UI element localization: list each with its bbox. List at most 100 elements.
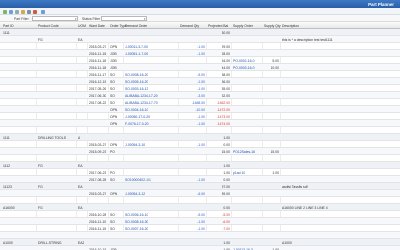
table-row[interactable]: 2015-03-27 OPN J-00054-3-12 -6.00 89.00 bbox=[0, 190, 400, 197]
demand-order-cell[interactable]: ALIBABA-1234-17-70 bbox=[125, 101, 158, 105]
order-type-cell: SO bbox=[110, 219, 115, 224]
table-row[interactable]: 2017-08-28 SO SO10000402-1/1 -1.00 0.00 bbox=[0, 176, 400, 183]
demand-qty-cell: -1.00 bbox=[197, 44, 205, 49]
uom-cell: A bbox=[78, 135, 81, 140]
part-group-row[interactable]: A1000 DRILL-STRING EA2 1.00 A1000 bbox=[0, 239, 400, 246]
table-row[interactable] bbox=[0, 197, 400, 204]
add-icon[interactable] bbox=[3, 9, 7, 14]
table-row[interactable]: 2017-06-30 SO ALIBABA-1234-17-20 -3.00 32.00 bbox=[0, 92, 400, 99]
table-row[interactable]: 2016-10-28 SO SO-0006-16-10 -5.00 -5.00 bbox=[0, 211, 400, 218]
order-type-cell: SO bbox=[110, 212, 115, 217]
table-row[interactable]: 2015-09-23 PO 15.00 PO12Sales-16 15.00 bbox=[0, 148, 400, 155]
demand-order-cell[interactable]: ALIBABA-1234-17-20 bbox=[125, 94, 158, 98]
part-group-row[interactable]: 1111 30.00 bbox=[0, 29, 400, 36]
refresh-icon[interactable] bbox=[9, 9, 13, 14]
table-row[interactable]: 2016-11-17 SO SO-0008-16-20 -5.00 38.00 bbox=[0, 71, 400, 78]
want-date-cell: 2017-05-26 bbox=[89, 86, 107, 91]
table-row[interactable]: 2016-10-19 JOB 1.00 J-00113-16-3 1.00 bbox=[0, 246, 400, 250]
export-icon[interactable] bbox=[15, 9, 19, 14]
demand-order-cell[interactable]: SO-0005-16-20 bbox=[125, 80, 148, 84]
demand-qty-cell: -10.00 bbox=[195, 107, 205, 112]
table-row[interactable] bbox=[0, 232, 400, 239]
demand-qty-cell: -6.00 bbox=[197, 191, 205, 196]
demand-order-cell[interactable]: SO-0006-16-10 bbox=[125, 213, 148, 217]
demand-qty-cell: -1.00 bbox=[197, 79, 205, 84]
supply-qty-cell: 10.00 bbox=[270, 65, 280, 70]
column-header-supply-order[interactable]: Supply Order bbox=[233, 24, 253, 28]
table-row[interactable]: 2015-03-27 OPN J-00011-3-7-00 -1.00 29.00 bbox=[0, 43, 400, 50]
part-id-cell: 11123 bbox=[3, 184, 12, 189]
part-group-row[interactable]: 1111 DRILLING TOOLS A 1.00 bbox=[0, 134, 400, 141]
table-row[interactable] bbox=[0, 155, 400, 162]
supply-order-cell[interactable]: p1ad 10 bbox=[233, 171, 245, 175]
table-row[interactable]: 2016-12-15 SO SO-0005-16-20 -1.00 36.00 bbox=[0, 78, 400, 85]
table-row[interactable]: 2016-11-15 SO SO-0007-16-20 -1.00 -7.00 bbox=[0, 225, 400, 232]
column-header-demand-qty[interactable]: Demand Qty bbox=[180, 24, 199, 28]
filter-icon[interactable] bbox=[21, 9, 25, 14]
column-header-uom[interactable]: UOM bbox=[78, 24, 86, 28]
supply-order-cell[interactable]: PO12Sales-16 bbox=[233, 150, 255, 154]
column-header-demand-order[interactable]: Demand Order bbox=[125, 24, 147, 28]
order-type-cell: OPN bbox=[110, 44, 118, 49]
demand-qty-cell: -3.00 bbox=[197, 93, 205, 98]
demand-order-cell[interactable]: F-0076-17-0-20 bbox=[125, 122, 149, 126]
part-group-row[interactable]: 11123 FG EA 97.00 asdfsi Tassfls sdf bbox=[0, 183, 400, 190]
demand-order-cell[interactable]: SO-0008-16-20 bbox=[125, 73, 148, 77]
table-row[interactable] bbox=[0, 127, 400, 134]
part-group-row[interactable]: 1112 FG EA 1.00 bbox=[0, 162, 400, 169]
table-row[interactable]: OPN J-00050-17-0-20 -1.00 -1473.00 bbox=[0, 113, 400, 120]
order-type-cell: OPN bbox=[110, 107, 118, 112]
part-id-cell: 1111 bbox=[3, 135, 10, 140]
table-row[interactable]: 2016-11-10 SO SO-0008-16-30 -1.00 -6.00 bbox=[0, 218, 400, 225]
projected-bal-cell: 1.00 bbox=[223, 240, 230, 245]
table-row[interactable]: 2016-11-18 JOB 44.00 PO-0003-16-0 10.00 bbox=[0, 64, 400, 71]
demand-order-cell[interactable]: J-00054-3-10 bbox=[125, 143, 145, 147]
demand-order-cell[interactable]: SO10000402-1/1 bbox=[125, 178, 151, 182]
delete-icon[interactable] bbox=[33, 9, 37, 14]
demand-order-cell[interactable]: J-00011-3-7-00 bbox=[125, 45, 148, 49]
column-header-description[interactable]: Description bbox=[282, 24, 299, 28]
want-date-cell: 2015-03-27 bbox=[89, 191, 107, 196]
demand-order-cell[interactable]: SO-0003-16-12 bbox=[125, 87, 148, 91]
demand-order-cell[interactable]: J-00050-17-0-20 bbox=[125, 115, 150, 119]
demand-qty-cell: -5.00 bbox=[197, 212, 205, 217]
order-type-cell: SO bbox=[110, 100, 115, 105]
settings-icon[interactable] bbox=[41, 9, 45, 14]
column-header-want-date[interactable]: Want Date bbox=[89, 24, 105, 28]
table-row[interactable]: OPN SO-0004-16-10 -10.00 -1472.00 bbox=[0, 106, 400, 113]
table-row[interactable]: OPN F-0076-17-0-20 -1.00 -1474.00 bbox=[0, 120, 400, 127]
table-row[interactable]: 2017-05-26 SO SO-0003-16-12 -1.00 35.00 bbox=[0, 85, 400, 92]
demand-order-cell[interactable]: SO-0008-16-30 bbox=[125, 220, 148, 224]
table-row[interactable]: FG EA this is * a description test test111… bbox=[0, 36, 400, 43]
supply-order-cell[interactable]: PO-0003-16-0 bbox=[233, 66, 255, 70]
column-header-supply-qty[interactable]: Supply Qty bbox=[264, 24, 281, 28]
projected-bal-cell: 1.00 bbox=[223, 135, 230, 140]
demand-order-cell[interactable]: J-00051-1-7-00 bbox=[125, 52, 148, 56]
want-date-cell: 2016-10-28 bbox=[89, 212, 107, 217]
product-code-cell: DRILL-STRING bbox=[38, 240, 62, 245]
demand-qty-cell: -1.00 bbox=[197, 51, 205, 56]
demand-order-cell[interactable]: J-00054-3-12 bbox=[125, 192, 145, 196]
table-row[interactable]: 2017-08-22 SO ALIBABA-1234-17-70 -1468.00 -1… bbox=[0, 99, 400, 106]
projected-bal-cell: 36.00 bbox=[221, 79, 231, 84]
part-group-row[interactable]: A16000 FG EA 0.00 A16000 LINE 2 LINE 3 LINE … bbox=[0, 204, 400, 211]
app-header: Part Planner bbox=[0, 0, 400, 8]
product-code-cell: FG bbox=[38, 184, 43, 189]
demand-order-cell[interactable]: SO-0007-16-20 bbox=[125, 227, 148, 231]
status-filter-select[interactable]: ▾ bbox=[101, 16, 147, 21]
projected-bal-cell: 38.00 bbox=[221, 72, 231, 77]
table-row[interactable]: 2017-06-23 PO 1.00 p1ad 10 1.00 bbox=[0, 169, 400, 176]
column-header-product-code[interactable]: Product Code bbox=[38, 24, 59, 28]
supply-order-cell[interactable]: PO-0002-16-0 bbox=[233, 59, 255, 63]
projected-bal-cell: 35.00 bbox=[221, 86, 231, 91]
table-row[interactable]: 2016-11-18 JOB 54.00 PO-0002-16-0 5.00 bbox=[0, 57, 400, 64]
table-row[interactable]: 2016-11-15 JOB J-00051-1-7-00 -1.00 28.00 bbox=[0, 50, 400, 57]
column-header-projected-bal[interactable]: Projected Bal bbox=[208, 24, 228, 28]
table-row[interactable]: 2015-03-27 OPN J-00054-3-10 -1.00 0.00 bbox=[0, 141, 400, 148]
print-icon[interactable] bbox=[27, 9, 31, 14]
projected-bal-cell: 28.00 bbox=[221, 51, 231, 56]
want-date-cell: 2017-06-30 bbox=[89, 93, 107, 98]
column-header-part-id[interactable]: Part ID bbox=[3, 24, 14, 28]
part-filter-select[interactable]: ▾ bbox=[32, 16, 78, 21]
demand-order-cell[interactable]: SO-0004-16-10 bbox=[125, 108, 148, 112]
